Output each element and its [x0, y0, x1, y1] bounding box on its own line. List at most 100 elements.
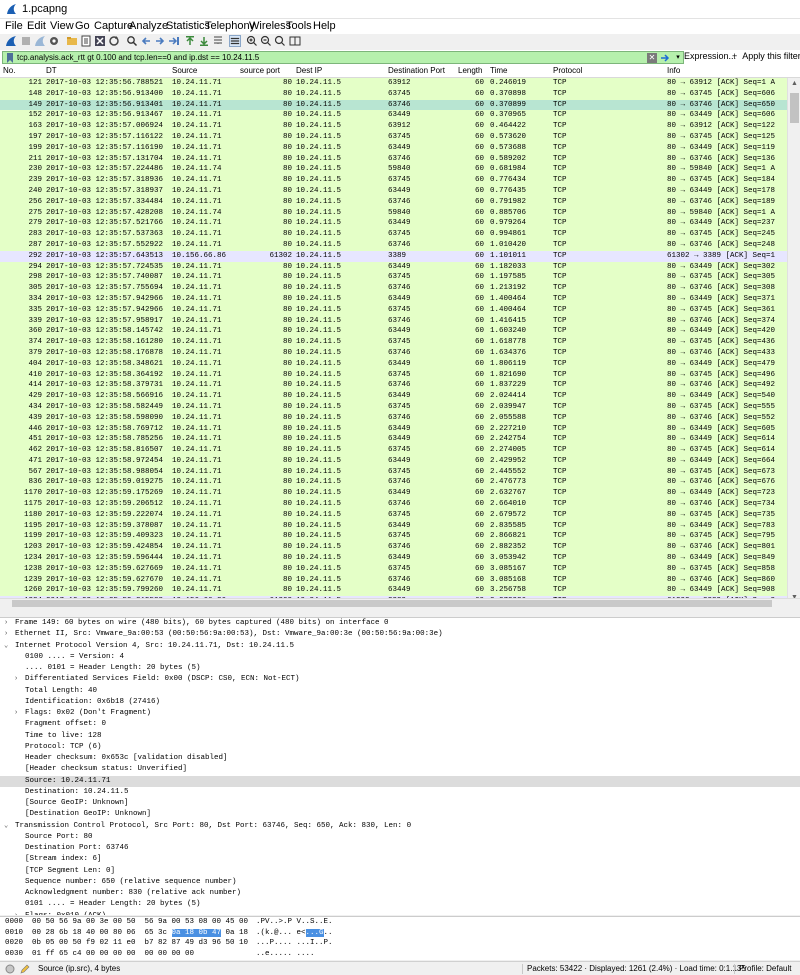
ascii-bytes[interactable]: .(k.@... e<...G.. [256, 928, 333, 939]
hex-bytes[interactable]: 0b 05 00 50 f9 02 11 e0 b7 82 87 49 d3 9… [32, 938, 248, 949]
packet-row[interactable]: 1180 2017-10-03 12:35:59.222074 10.24.11.7… [0, 509, 787, 521]
column-header-length[interactable]: Length [458, 66, 482, 75]
tree-collapsed-chevron-icon[interactable]: › [14, 708, 18, 719]
menu-tools[interactable]: Tools [286, 20, 312, 32]
packet-row[interactable]: 152 2017-10-03 12:35:56.913467 10.24.11.71… [0, 110, 787, 122]
save-file-icon[interactable] [80, 35, 92, 47]
detail-tree-item[interactable]: Source Port: 80 [0, 832, 800, 843]
zoom-in-icon[interactable] [246, 35, 258, 47]
restart-capture-fin-icon[interactable] [34, 35, 46, 47]
last-packet-icon[interactable] [198, 35, 210, 47]
packet-row[interactable]: 335 2017-10-03 12:35:57.942966 10.24.11.71… [0, 304, 787, 316]
packet-row[interactable]: 239 2017-10-03 12:35:57.318936 10.24.11.71… [0, 175, 787, 186]
packet-row[interactable]: 429 2017-10-03 12:35:58.566916 10.24.11.71… [0, 391, 787, 402]
detail-tree-item[interactable]: › Differentiated Services Field: 0x00 (DS… [0, 674, 800, 685]
tree-collapsed-chevron-icon[interactable]: › [14, 674, 18, 685]
detail-tree-item[interactable]: › Frame 149: 60 bytes on wire (480 bits),… [0, 618, 800, 629]
packet-row[interactable]: 434 2017-10-03 12:35:58.582449 10.24.11.71… [0, 401, 787, 413]
tree-expanded-chevron-icon[interactable]: ⌄ [4, 641, 8, 652]
status-profile[interactable]: Profile: Default [739, 964, 791, 973]
packet-row[interactable]: 567 2017-10-03 12:35:58.988054 10.24.11.71… [0, 466, 787, 478]
hex-bytes[interactable]: 00 28 6b 18 40 00 80 06 65 3c 0a 18 0b 4… [32, 928, 248, 939]
packet-row[interactable]: 410 2017-10-03 12:35:58.364192 10.24.11.71… [0, 369, 787, 381]
ascii-bytes[interactable]: ..e..... .... [256, 949, 315, 960]
packet-row[interactable]: 294 2017-10-03 12:35:57.724535 10.24.11.71… [0, 261, 787, 273]
column-header-info[interactable]: Info [667, 66, 680, 75]
ascii-bytes[interactable]: ...P.... ...I..P. [256, 938, 333, 949]
menu-wireless[interactable]: Wireless [249, 20, 291, 32]
open-file-icon[interactable] [66, 35, 78, 47]
detail-tree-item[interactable]: Source: 10.24.11.71 [0, 775, 800, 787]
packet-row[interactable]: 287 2017-10-03 12:35:57.552922 10.24.11.71… [0, 239, 787, 251]
column-header-protocol[interactable]: Protocol [553, 66, 582, 75]
detail-tree-item[interactable]: [Source GeoIP: Unknown] [0, 798, 800, 809]
packet-row[interactable]: 292 2017-10-03 12:35:57.643513 10.156.66.8… [0, 250, 787, 262]
menu-statistics[interactable]: Statistics [166, 20, 210, 32]
packet-row[interactable]: 230 2017-10-03 12:35:57.224486 10.24.11.74… [0, 164, 787, 176]
detail-tree-item[interactable]: [Destination GeoIP: Unknown] [0, 809, 800, 820]
column-header-source[interactable]: Source [172, 66, 197, 75]
menu-view[interactable]: View [50, 20, 74, 32]
first-packet-icon[interactable] [184, 35, 196, 47]
horizontal-scrollbar-thumb[interactable] [12, 600, 772, 607]
scrollbar-thumb[interactable] [790, 93, 799, 123]
packet-row[interactable]: 379 2017-10-03 12:35:58.176878 10.24.11.71… [0, 347, 787, 359]
detail-tree-item[interactable]: ⌄ Internet Protocol Version 4, Src: 10.24… [0, 641, 800, 652]
detail-tree-item[interactable]: Destination: 10.24.11.5 [0, 787, 800, 798]
autoscroll-icon[interactable] [212, 35, 224, 47]
reload-icon[interactable] [108, 35, 120, 47]
packet-row[interactable]: 256 2017-10-03 12:35:57.334484 10.24.11.71… [0, 196, 787, 208]
resize-columns-icon[interactable] [289, 35, 301, 47]
find-packet-icon[interactable] [126, 35, 138, 47]
packet-row[interactable]: 462 2017-10-03 12:35:58.816507 10.24.11.71… [0, 445, 787, 456]
go-back-arrow-icon[interactable] [140, 35, 152, 47]
tree-collapsed-chevron-icon[interactable]: › [14, 911, 18, 916]
detail-tree-item[interactable]: › Flags: 0x02 (Don't Fragment) [0, 708, 800, 719]
close-file-icon[interactable] [94, 35, 106, 47]
menu-capture[interactable]: Capture [94, 20, 133, 32]
detail-tree-item[interactable]: Identification: 0x6b18 (27416) [0, 697, 800, 708]
detail-tree-item[interactable]: [Header checksum status: Unverified] [0, 764, 800, 775]
detail-tree-item[interactable]: Fragment offset: 0 [0, 719, 800, 730]
packet-row[interactable]: 1238 2017-10-03 12:35:59.627669 10.24.11.7… [0, 563, 787, 575]
filter-bookmark-icon[interactable] [6, 53, 14, 63]
packet-row[interactable]: 1199 2017-10-03 12:35:59.409323 10.24.11.7… [0, 531, 787, 543]
packet-list-scrollbar[interactable]: ▲ ▼ [787, 78, 800, 605]
detail-tree-item[interactable]: 0100 .... = Version: 4 [0, 652, 800, 663]
packet-row[interactable]: 1239 2017-10-03 12:35:59.627670 10.24.11.7… [0, 574, 787, 586]
packet-row[interactable]: 471 2017-10-03 12:35:58.972454 10.24.11.71… [0, 455, 787, 467]
packet-row[interactable]: 121 2017-10-03 12:35:56.788521 10.24.11.71… [0, 78, 787, 89]
detail-tree-item[interactable]: Acknowledgment number: 830 (relative ack… [0, 888, 800, 899]
zoom-out-icon[interactable] [260, 35, 272, 47]
column-header-time[interactable]: Time [490, 66, 507, 75]
go-forward-arrow-icon[interactable] [154, 35, 166, 47]
packet-row[interactable]: 275 2017-10-03 12:35:57.428208 10.24.11.74… [0, 207, 787, 219]
detail-tree-item[interactable]: Total Length: 40 [0, 686, 800, 697]
menu-go[interactable]: Go [75, 20, 90, 32]
menu-telephony[interactable]: Telephony [205, 20, 255, 32]
detail-tree-item[interactable]: Time to live: 128 [0, 731, 800, 742]
normal-size-icon[interactable] [274, 35, 286, 47]
packet-row[interactable]: 1170 2017-10-03 12:35:59.175269 10.24.11.7… [0, 488, 787, 500]
detail-tree-item[interactable]: › Ethernet II, Src: Vmware_9a:00:53 (00:5… [0, 629, 800, 640]
menu-edit[interactable]: Edit [27, 20, 46, 32]
expert-info-icon[interactable] [5, 964, 15, 974]
menu-help[interactable]: Help [313, 20, 336, 32]
scroll-up-icon[interactable]: ▲ [790, 80, 799, 89]
start-capture-fin-icon[interactable] [5, 35, 17, 47]
packet-row[interactable]: 339 2017-10-03 12:35:57.958917 10.24.11.71… [0, 315, 787, 327]
detail-tree-item[interactable]: Destination Port: 63746 [0, 843, 800, 854]
packet-row[interactable]: 240 2017-10-03 12:35:57.318937 10.24.11.71… [0, 185, 787, 197]
packet-row[interactable]: 148 2017-10-03 12:35:56.913400 10.24.11.71… [0, 88, 787, 100]
packet-row[interactable]: 414 2017-10-03 12:35:58.379731 10.24.11.71… [0, 380, 787, 392]
hex-bytes[interactable]: 00 50 56 9a 00 3e 00 50 56 9a 00 53 08 0… [32, 917, 248, 928]
colorize-packet-list-icon[interactable] [229, 35, 241, 47]
packet-row[interactable]: 836 2017-10-03 12:35:59.019275 10.24.11.71… [0, 477, 787, 489]
packet-row[interactable]: 298 2017-10-03 12:35:57.740087 10.24.11.71… [0, 272, 787, 284]
packet-row[interactable]: 374 2017-10-03 12:35:58.161280 10.24.11.71… [0, 337, 787, 348]
apply-filter-arrow-icon[interactable] [660, 53, 670, 63]
packet-row[interactable]: 1260 2017-10-03 12:35:59.799260 10.24.11.7… [0, 585, 787, 597]
detail-tree-item[interactable]: ⌄ Transmission Control Protocol, Src Port… [0, 821, 800, 832]
capture-options-gear-icon[interactable] [48, 35, 60, 47]
hex-bytes[interactable]: 01 ff 65 c4 00 00 00 00 00 00 00 00 [32, 949, 194, 960]
